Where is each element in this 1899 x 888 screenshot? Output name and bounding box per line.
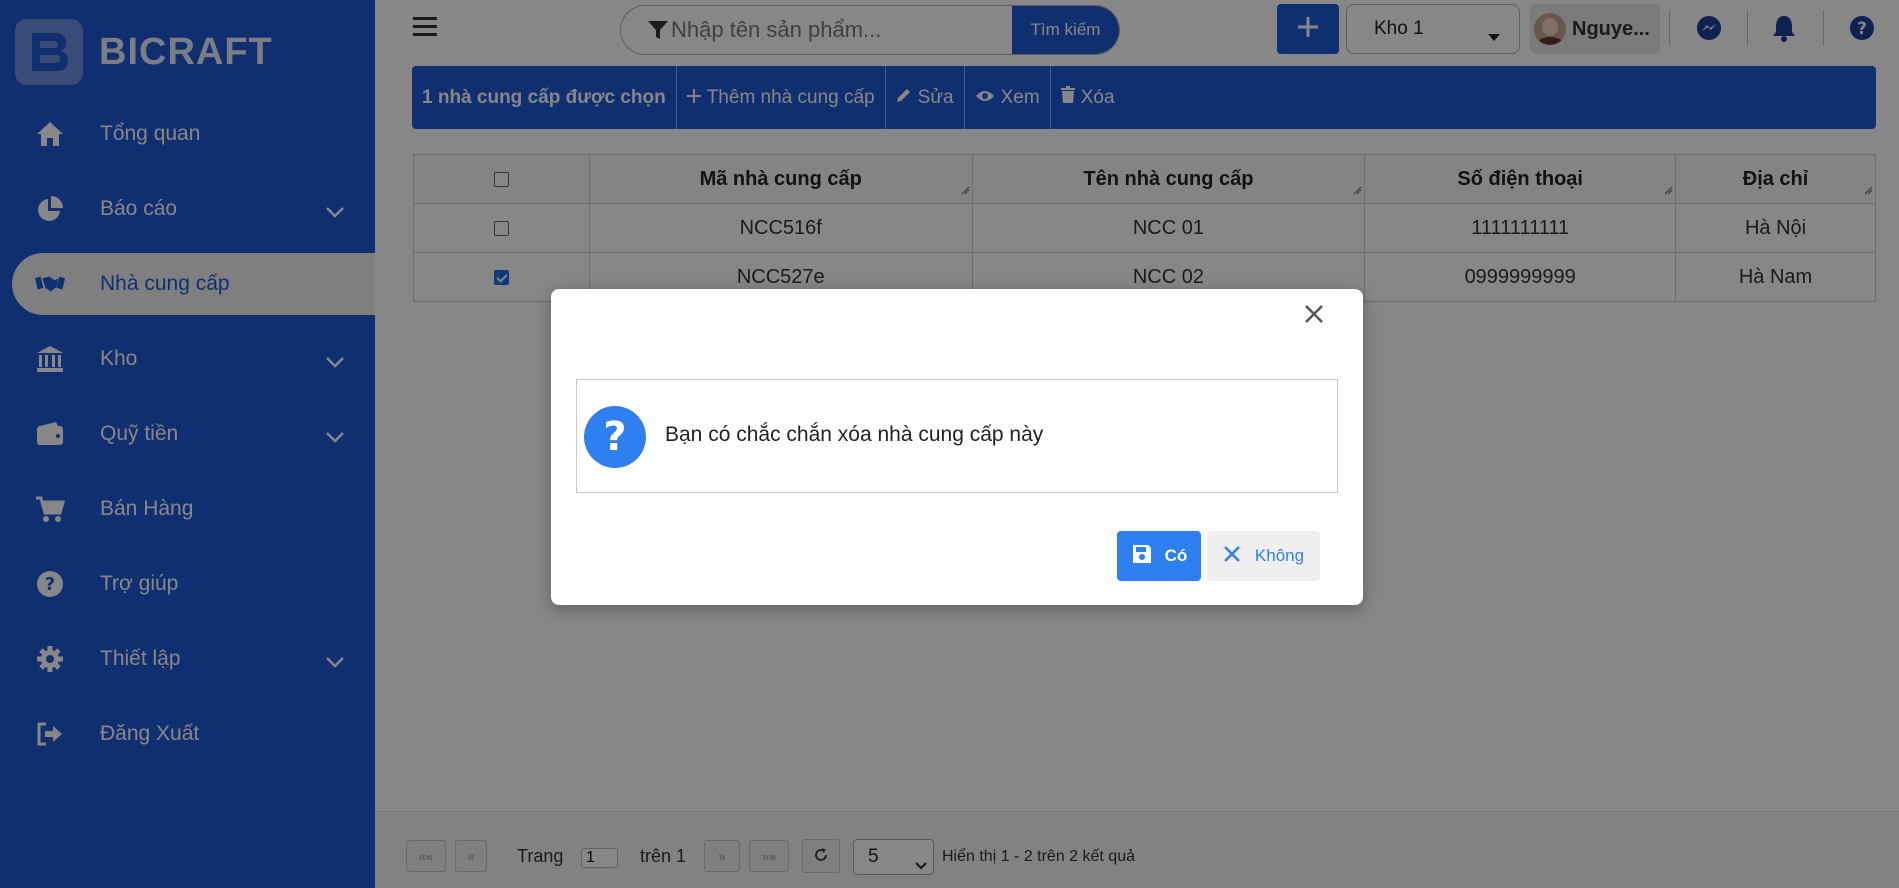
dialog-body: ? Bạn có chắc chắn xóa nhà cung cấp này [576, 379, 1338, 493]
question-icon: ? [584, 406, 646, 468]
close-icon[interactable] [1303, 303, 1325, 325]
close-icon [1223, 545, 1241, 568]
confirm-no-button[interactable]: Không [1207, 531, 1320, 581]
save-icon [1131, 543, 1153, 570]
confirm-yes-button[interactable]: Có [1117, 531, 1201, 581]
dialog-message: Bạn có chắc chắn xóa nhà cung cấp này [665, 423, 1044, 446]
